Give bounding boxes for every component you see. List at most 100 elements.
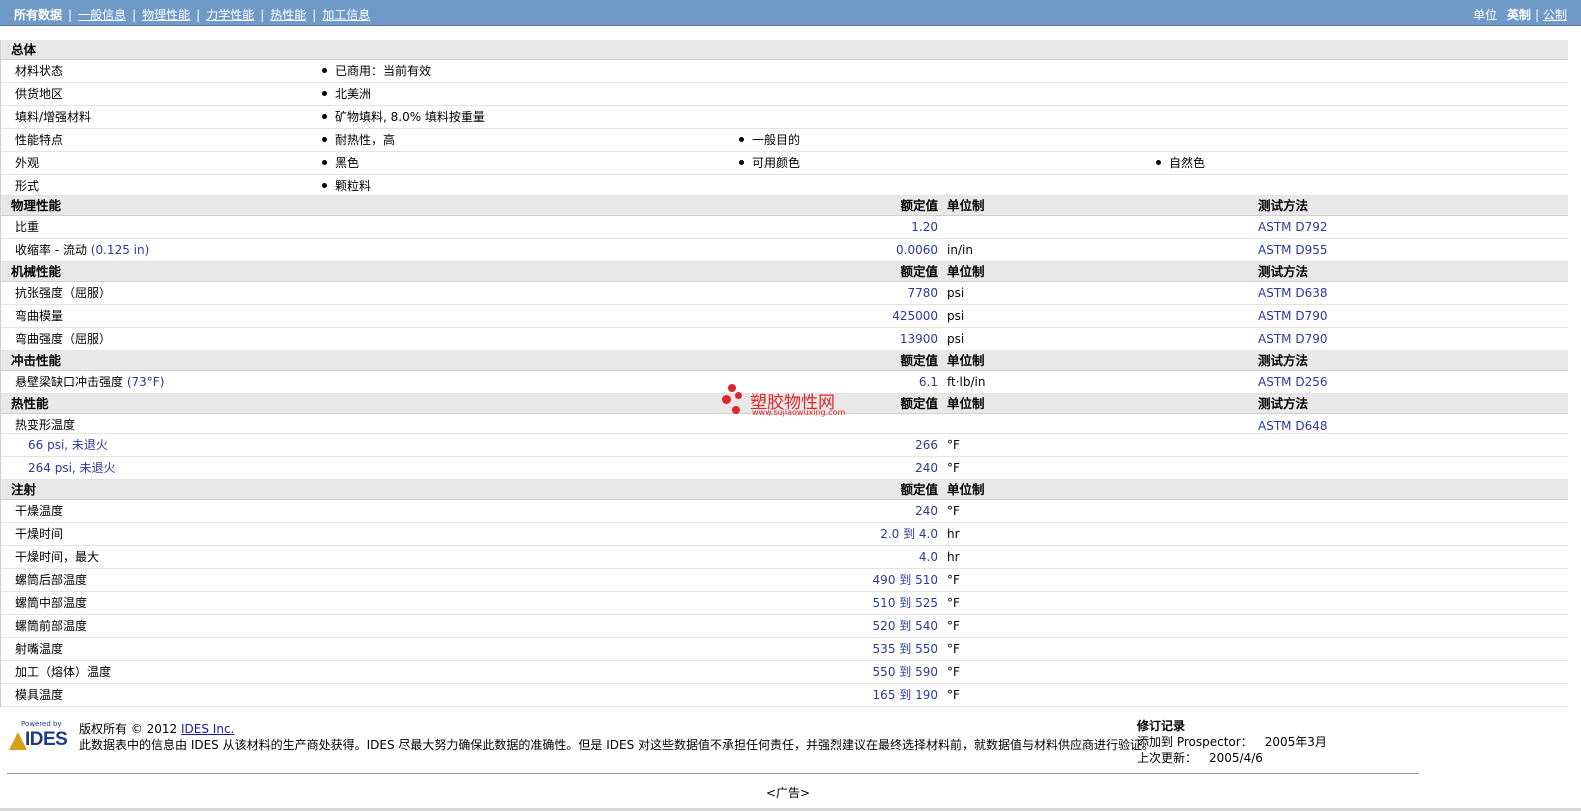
row-unit: psi <box>947 286 965 300</box>
row-unit: psi <box>947 332 965 346</box>
row-value: 6.1 <box>918 375 938 389</box>
unit-imperial[interactable]: 英制 <box>1507 6 1531 23</box>
section-impact: 冲击性能 额定值 单位制 测试方法 <box>1 351 1568 371</box>
table-row: 材料状态 已商用：当前有效 <box>1 60 1568 83</box>
section-title: 注射 <box>11 482 37 497</box>
table-row: 填料/增强材料 矿物填料, 8.0% 填料按重量 <box>1 106 1568 129</box>
column-header-unit: 单位制 <box>947 198 985 213</box>
tab-mechanical[interactable]: 力学性能 <box>206 8 254 22</box>
row-unit: °F <box>947 688 960 702</box>
tab-physical[interactable]: 物理性能 <box>142 8 190 22</box>
row-label: 66 psi, 未退火 <box>28 438 108 452</box>
section-physical: 物理性能 额定值 单位制 测试方法 <box>1 196 1568 216</box>
section-tabs: 所有数据 | 一般信息 | 物理性能 | 力学性能 | 热性能 | 加工信息 <box>14 6 371 23</box>
table-row: 抗张强度（屈服） 7780 psi ASTM D638 <box>1 282 1568 305</box>
row-label: 干燥温度 <box>15 504 64 518</box>
logo-powered-by: Powered by <box>21 720 62 728</box>
section-title: 总体 <box>11 42 37 57</box>
row-label: 抗张强度（屈服） <box>15 286 112 300</box>
table-row: 干燥时间 2.0 到 4.0 hr <box>1 523 1568 546</box>
row-label: 264 psi, 未退火 <box>28 461 116 475</box>
column-header-rated: 额定值 <box>900 353 938 368</box>
row-label: 材料状态 <box>15 64 64 78</box>
row-unit: °F <box>947 461 960 475</box>
row-value: 550 到 590 <box>872 665 938 679</box>
ad-placeholder: <广告> <box>766 786 811 800</box>
test-method: ASTM D790 <box>1258 309 1328 323</box>
column-header-test: 测试方法 <box>1258 264 1309 279</box>
column-header-unit: 单位制 <box>947 264 985 279</box>
column-header-rated: 额定值 <box>900 396 938 411</box>
row-label: 性能特点 <box>15 133 64 147</box>
row-value: 1.20 <box>911 220 938 234</box>
logo-name: IDES <box>25 729 68 750</box>
bullet-value: 矿物填料, 8.0% 填料按重量 <box>322 106 485 128</box>
table-row: 供货地区 北美洲 <box>1 83 1568 106</box>
table-row: 加工（熔体）温度 550 到 590 °F <box>1 661 1568 684</box>
table-row: 干燥温度 240 °F <box>1 500 1568 523</box>
test-method: ASTM D792 <box>1258 220 1328 234</box>
footer: Powered by IDES 版权所有 © 2012 IDES Inc. 此数… <box>0 712 1581 811</box>
bullet-value: 黑色 <box>322 152 359 174</box>
row-unit: hr <box>947 527 960 541</box>
row-value: 165 到 190 <box>872 688 938 702</box>
row-label: 收缩率 - 流动 (0.125 in) <box>15 243 150 257</box>
tab-general-info[interactable]: 一般信息 <box>78 8 126 22</box>
unit-metric-link[interactable]: 公制 <box>1543 8 1567 22</box>
ides-link[interactable]: IDES Inc. <box>181 722 234 736</box>
tab-thermal[interactable]: 热性能 <box>270 8 306 22</box>
row-unit: °F <box>947 596 960 610</box>
row-unit: hr <box>947 550 960 564</box>
row-label: 干燥时间 <box>15 527 64 541</box>
footer-divider <box>7 773 1419 774</box>
row-label: 干燥时间，最大 <box>15 550 100 564</box>
bullet-value: 可用颜色 <box>739 152 800 174</box>
row-value: 0.0060 <box>896 243 938 257</box>
column-header-test: 测试方法 <box>1258 396 1309 411</box>
bullet-value: 耐热性，高 <box>322 129 395 151</box>
watermark-dot-icon <box>728 384 736 392</box>
row-unit: in/in <box>947 243 973 257</box>
row-label: 模具温度 <box>15 688 64 702</box>
section-title: 物理性能 <box>11 198 62 213</box>
row-label: 形式 <box>15 179 40 193</box>
row-value: 7780 <box>907 286 938 300</box>
row-label: 加工（熔体）温度 <box>15 665 112 679</box>
table-row: 264 psi, 未退火 240 °F <box>1 457 1568 480</box>
watermark-url: www.sujiaowuxing.com <box>752 408 846 417</box>
bullet-value: 已商用：当前有效 <box>322 60 431 82</box>
row-value: 240 <box>915 461 938 475</box>
tab-all-data[interactable]: 所有数据 <box>14 6 62 23</box>
table-row: 性能特点 耐热性，高 一般目的 <box>1 129 1568 152</box>
row-unit: °F <box>947 665 960 679</box>
tab-processing[interactable]: 加工信息 <box>322 8 370 22</box>
ides-logo[interactable]: Powered by IDES <box>7 720 71 756</box>
row-label: 比重 <box>15 220 40 234</box>
bullet-value: 自然色 <box>1156 152 1205 174</box>
section-mechanical: 机械性能 额定值 单位制 测试方法 <box>1 262 1568 282</box>
row-label: 悬壁梁缺口冲击强度 (73°F) <box>15 375 165 389</box>
row-value: 510 到 525 <box>872 596 938 610</box>
row-label: 弯曲模量 <box>15 309 64 323</box>
table-row: 形式 颗粒料 <box>1 175 1568 196</box>
row-label: 螺筒前部温度 <box>15 619 88 633</box>
revision-added: 添加到 Prospector： 2005年3月 <box>1137 735 1327 749</box>
column-header-test: 测试方法 <box>1258 198 1309 213</box>
row-unit: °F <box>947 642 960 656</box>
test-method: ASTM D955 <box>1258 243 1328 257</box>
table-row: 螺筒后部温度 490 到 510 °F <box>1 569 1568 592</box>
column-header-rated: 额定值 <box>900 198 938 213</box>
row-unit: psi <box>947 309 965 323</box>
datasheet-table: 总体 材料状态 已商用：当前有效 供货地区 北美洲 填料/增强材料 矿物填料, … <box>0 40 1568 707</box>
row-label: 供货地区 <box>15 87 64 101</box>
section-injection: 注射 额定值 单位制 <box>1 480 1568 500</box>
disclaimer: 此数据表中的信息由 IDES 从该材料的生产商处获得。IDES 尽最大努力确保此… <box>79 738 1155 752</box>
bullet-value: 颗粒料 <box>322 175 371 197</box>
table-row: 射嘴温度 535 到 550 °F <box>1 638 1568 661</box>
row-label: 热变形温度 <box>15 418 76 432</box>
table-row: 比重 1.20 ASTM D792 <box>1 216 1568 239</box>
column-header-rated: 额定值 <box>900 482 938 497</box>
watermark-dot-icon <box>732 406 740 414</box>
row-value: 4.0 <box>918 550 938 564</box>
row-unit: °F <box>947 438 960 452</box>
